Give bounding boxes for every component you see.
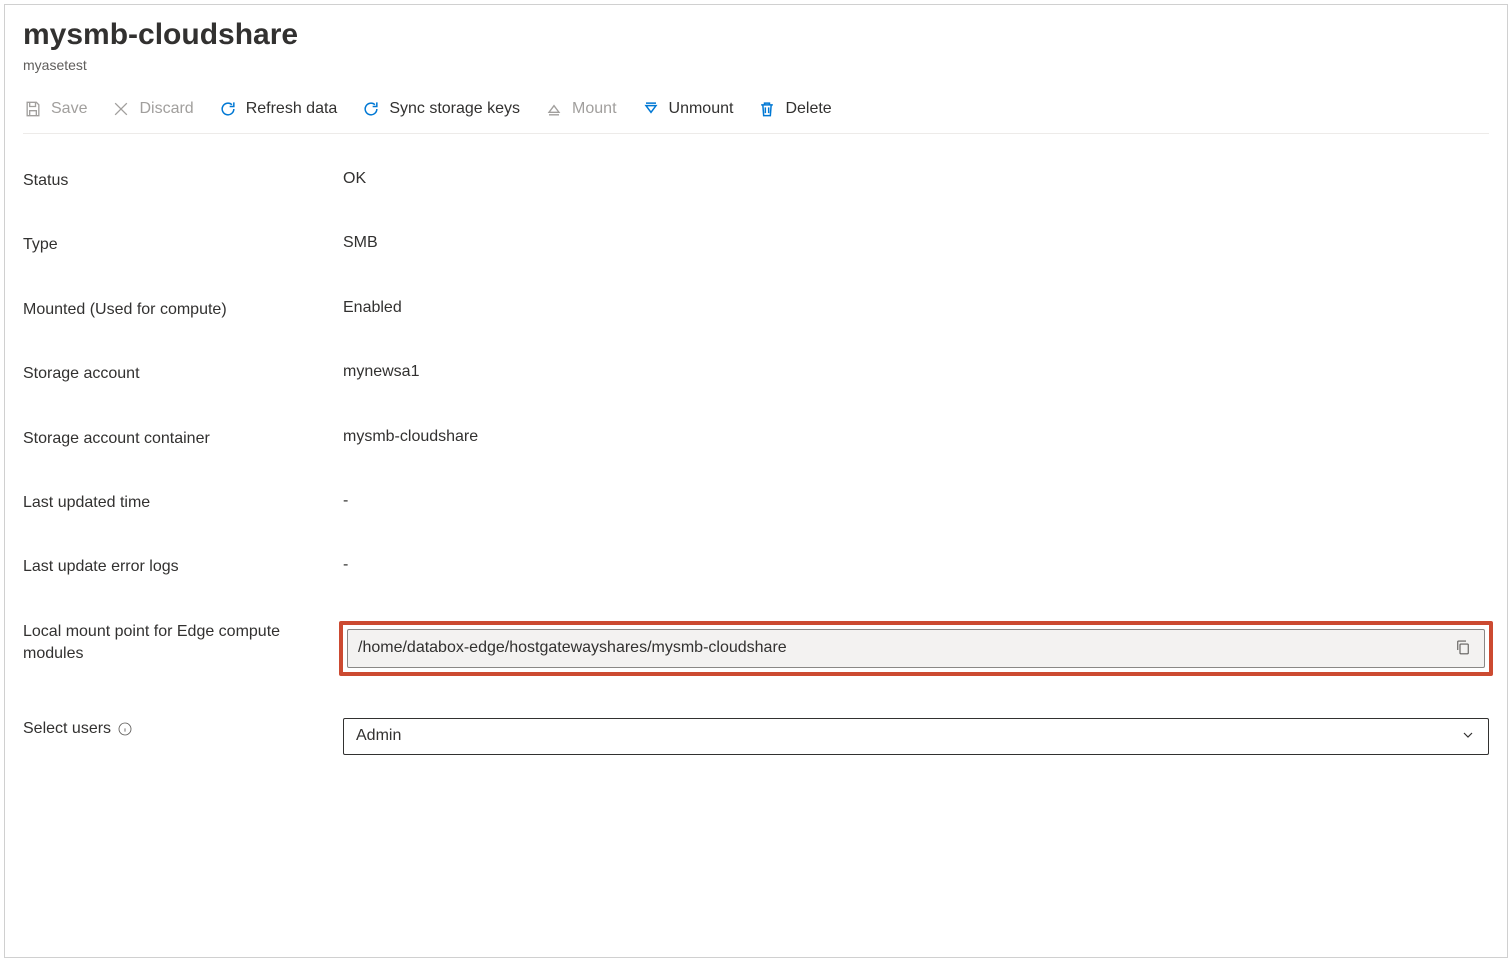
share-details-panel: mysmb-cloudshare myasetest Save Discard [4, 4, 1508, 958]
status-value: OK [343, 170, 1489, 188]
unmount-icon [641, 99, 661, 119]
delete-button[interactable]: Delete [757, 97, 831, 121]
sync-button[interactable]: Sync storage keys [361, 97, 520, 121]
last-updated-row: Last updated time - [23, 492, 1489, 514]
storage-container-row: Storage account container mysmb-cloudsha… [23, 428, 1489, 450]
mount-point-label: Local mount point for Edge compute modul… [23, 621, 343, 666]
mount-point-value: /home/databox-edge/hostgatewayshares/mys… [358, 639, 1452, 657]
toolbar: Save Discard Refresh data Sync storage k… [23, 97, 1489, 134]
unmount-button[interactable]: Unmount [641, 97, 734, 121]
storage-account-row: Storage account mynewsa1 [23, 363, 1489, 385]
save-button: Save [23, 97, 87, 121]
properties-section: Status OK Type SMB Mounted (Used for com… [23, 170, 1489, 755]
mount-point-highlight: /home/databox-edge/hostgatewayshares/mys… [339, 621, 1493, 676]
last-updated-label: Last updated time [23, 492, 343, 514]
select-users-row: Select users Admin [23, 718, 1489, 755]
title-block: mysmb-cloudshare myasetest [23, 17, 298, 73]
mount-point-row: Local mount point for Edge compute modul… [23, 621, 1489, 676]
save-icon [23, 99, 43, 119]
discard-button: Discard [111, 97, 193, 121]
panel-header: mysmb-cloudshare myasetest [23, 17, 1489, 73]
info-icon[interactable] [117, 721, 133, 737]
chevron-down-icon [1460, 727, 1476, 746]
mounted-label: Mounted (Used for compute) [23, 299, 343, 321]
storage-container-value: mysmb-cloudshare [343, 428, 1489, 446]
select-users-label: Select users [23, 718, 343, 740]
select-users-dropdown[interactable]: Admin [343, 718, 1489, 755]
mount-icon [544, 99, 564, 119]
refresh-label: Refresh data [246, 100, 338, 118]
save-label: Save [51, 100, 87, 118]
mount-button: Mount [544, 97, 616, 121]
page-subtitle: myasetest [23, 57, 298, 73]
type-value: SMB [343, 234, 1489, 252]
sync-icon [361, 99, 381, 119]
page-title: mysmb-cloudshare [23, 17, 298, 53]
mounted-row: Mounted (Used for compute) Enabled [23, 299, 1489, 321]
storage-account-value: mynewsa1 [343, 363, 1489, 381]
delete-icon [757, 99, 777, 119]
last-updated-value: - [343, 492, 1489, 510]
last-error-value: - [343, 556, 1489, 574]
mounted-value: Enabled [343, 299, 1489, 317]
select-users-value: Admin [356, 727, 401, 745]
mount-label: Mount [572, 100, 616, 118]
copy-button[interactable] [1452, 636, 1474, 661]
refresh-button[interactable]: Refresh data [218, 97, 338, 121]
unmount-label: Unmount [669, 100, 734, 118]
close-button[interactable] [1481, 17, 1489, 49]
refresh-icon [218, 99, 238, 119]
discard-label: Discard [139, 100, 193, 118]
last-error-row: Last update error logs - [23, 556, 1489, 578]
type-label: Type [23, 234, 343, 256]
last-error-label: Last update error logs [23, 556, 343, 578]
storage-account-label: Storage account [23, 363, 343, 385]
sync-label: Sync storage keys [389, 100, 520, 118]
storage-container-label: Storage account container [23, 428, 343, 450]
mount-point-field: /home/databox-edge/hostgatewayshares/mys… [347, 629, 1485, 668]
status-row: Status OK [23, 170, 1489, 192]
discard-icon [111, 99, 131, 119]
type-row: Type SMB [23, 234, 1489, 256]
delete-label: Delete [785, 100, 831, 118]
status-label: Status [23, 170, 343, 192]
copy-icon [1454, 644, 1472, 659]
